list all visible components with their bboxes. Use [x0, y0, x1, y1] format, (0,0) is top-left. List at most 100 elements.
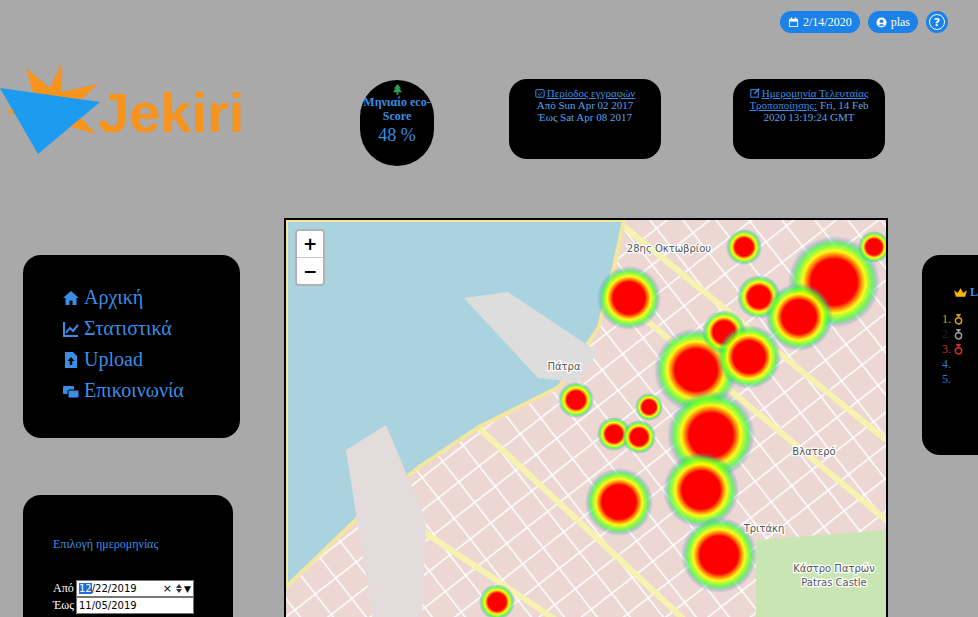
- calendar-icon: [788, 17, 799, 28]
- date-filter-title: Επιλογή ημερομηνίας: [53, 537, 223, 552]
- map-label: 28ης Οκτωβρίου: [627, 243, 712, 254]
- leaderboard-row: 1.: [942, 312, 978, 327]
- logo-star-icon: [0, 62, 100, 154]
- period-to: Έως Sat Apr 08 2017: [523, 111, 647, 123]
- map-label: Πάτρα: [547, 361, 580, 372]
- heat-spot: [597, 266, 661, 330]
- spin-button[interactable]: [176, 584, 182, 593]
- help-button[interactable]: ?: [926, 11, 948, 33]
- leaderboard-title-text: L: [970, 285, 978, 300]
- medal-icon: [954, 329, 963, 340]
- map-label: Βλατερό: [792, 446, 835, 457]
- nav-label: Upload: [84, 347, 143, 372]
- last-modified-link[interactable]: Ημερομηνία Τελευταίας Τροποποίησης:Fri, …: [747, 87, 871, 123]
- eco-score-card: Μηνιαίο eco-Score48 %: [360, 80, 434, 166]
- nav-label: Στατιστικά: [84, 316, 172, 341]
- date-to-label: Έως: [53, 598, 73, 613]
- period-from: Από Sun Apr 02 2017: [523, 99, 647, 111]
- dropdown-button[interactable]: ▼: [184, 584, 191, 594]
- date-segment: /22/2019: [92, 583, 137, 594]
- heat-spot: [726, 229, 762, 265]
- heat-spot: [585, 468, 653, 536]
- nav-item[interactable]: Στατιστικά: [63, 316, 220, 341]
- pier: [346, 425, 426, 617]
- top-bar: 2/14/2020 plas?: [0, 0, 978, 33]
- date-to-value: 11/05/2019: [79, 600, 191, 611]
- heat-spot: [479, 584, 515, 617]
- leaderboard-title: L: [954, 285, 978, 300]
- leaderboard-row: 2.: [942, 327, 978, 342]
- logo-text: Jekiri: [98, 80, 244, 145]
- upload-icon: [63, 352, 79, 368]
- zoom-control: +−: [295, 229, 325, 286]
- date-from-label: Από: [53, 581, 73, 596]
- leaderboard-row: 5.: [942, 372, 978, 387]
- heat-spot: [858, 231, 886, 263]
- left-column: Αρχική Στατιστικά Upload Επικοινωνία Επιλογή…: [23, 218, 240, 617]
- heat-spot: [765, 283, 833, 351]
- date-from-value: 12/22/2019: [79, 583, 161, 594]
- eco-score-title: Μηνιαίο eco-Score: [362, 95, 432, 123]
- date-text: 2/14/2020: [803, 15, 852, 30]
- date-to-input[interactable]: 11/05/2019: [76, 597, 194, 614]
- map-label: Τριτάκη: [743, 523, 785, 534]
- rank: 3.: [942, 342, 951, 357]
- nav-item[interactable]: Upload: [63, 347, 220, 372]
- date-segment: 11/05/2019: [79, 600, 137, 611]
- date-button[interactable]: 2/14/2020: [780, 11, 860, 33]
- nav-menu: Αρχική Στατιστικά Upload Επικοινωνία: [23, 255, 240, 438]
- sea: [286, 220, 624, 587]
- header: Jekiri Μηνιαίο eco-Score48 % Περίοδος εγγρ…: [0, 62, 978, 166]
- nav-label: Επικοινωνία: [84, 378, 184, 403]
- medal-icon: [954, 314, 963, 325]
- nav-item[interactable]: Επικοινωνία: [63, 378, 220, 403]
- heat-spot: [663, 452, 739, 528]
- chart-icon: [63, 321, 79, 337]
- heat-map[interactable]: 28ης Οκτωβρίου Πάτρα Βλατερό Τριτάκη Κάστρο …: [284, 218, 888, 617]
- rank: 1.: [942, 312, 951, 327]
- date-to-row: Έως 11/05/2019: [53, 597, 223, 614]
- rank: 2.: [942, 327, 951, 342]
- help-text: ?: [929, 14, 945, 30]
- logo[interactable]: Jekiri: [0, 62, 290, 154]
- heat-spot: [558, 382, 594, 418]
- last-modified-card: Ημερομηνία Τελευταίας Τροποποίησης:Fri, …: [733, 79, 885, 159]
- user-icon: [876, 17, 887, 28]
- home-icon: [63, 290, 79, 306]
- castle-park: [756, 530, 886, 617]
- heat-spot: [635, 393, 663, 421]
- heat-spot: [622, 420, 656, 454]
- leaderboard-row: 4.: [942, 357, 978, 372]
- spin-up-icon: [176, 584, 182, 588]
- spin-down-icon: [176, 589, 182, 593]
- map-label: Patras Castle: [801, 577, 866, 588]
- page: 2/14/2020 plas? Jekiri Μηνιαίο eco-Score48 …: [0, 0, 978, 617]
- nav-label: Αρχική: [84, 285, 143, 310]
- tree-icon: [393, 84, 402, 95]
- map-canvas[interactable]: 28ης Οκτωβρίου Πάτρα Βλατερό Τριτάκη Κάστρο …: [286, 220, 886, 617]
- user-button[interactable]: plas: [868, 11, 918, 33]
- date-segment: 12: [79, 583, 92, 594]
- edit-icon: [750, 88, 760, 98]
- pier: [464, 292, 598, 382]
- rank: 4.: [942, 357, 951, 372]
- main: Αρχική Στατιστικά Upload Επικοινωνία Επιλογή…: [0, 218, 978, 617]
- user-name: plas: [891, 15, 910, 30]
- crown-icon: [954, 288, 967, 298]
- eco-score-value: 48 %: [362, 125, 432, 146]
- date-from-row: Από12/22/2019×▼: [53, 580, 223, 597]
- date-from-input[interactable]: 12/22/2019×▼: [76, 580, 194, 597]
- rank: 5.: [942, 372, 951, 387]
- street-grid: [286, 220, 886, 617]
- zoom-out-button[interactable]: −: [297, 257, 323, 284]
- nav-item[interactable]: Αρχική: [63, 285, 220, 310]
- leaderboard-row: 3.: [942, 342, 978, 357]
- calendar-check-icon: [535, 88, 545, 98]
- period-link[interactable]: Περίοδος εγγραφών: [523, 87, 647, 99]
- contact-icon: [63, 383, 79, 399]
- period-card: Περίοδος εγγραφώνΑπό Sun Apr 02 2017Έως …: [509, 79, 661, 159]
- medal-icon: [954, 344, 963, 355]
- map-label: Κάστρο Πατρών: [793, 563, 875, 574]
- clear-button[interactable]: ×: [163, 582, 172, 595]
- zoom-in-button[interactable]: +: [297, 231, 323, 257]
